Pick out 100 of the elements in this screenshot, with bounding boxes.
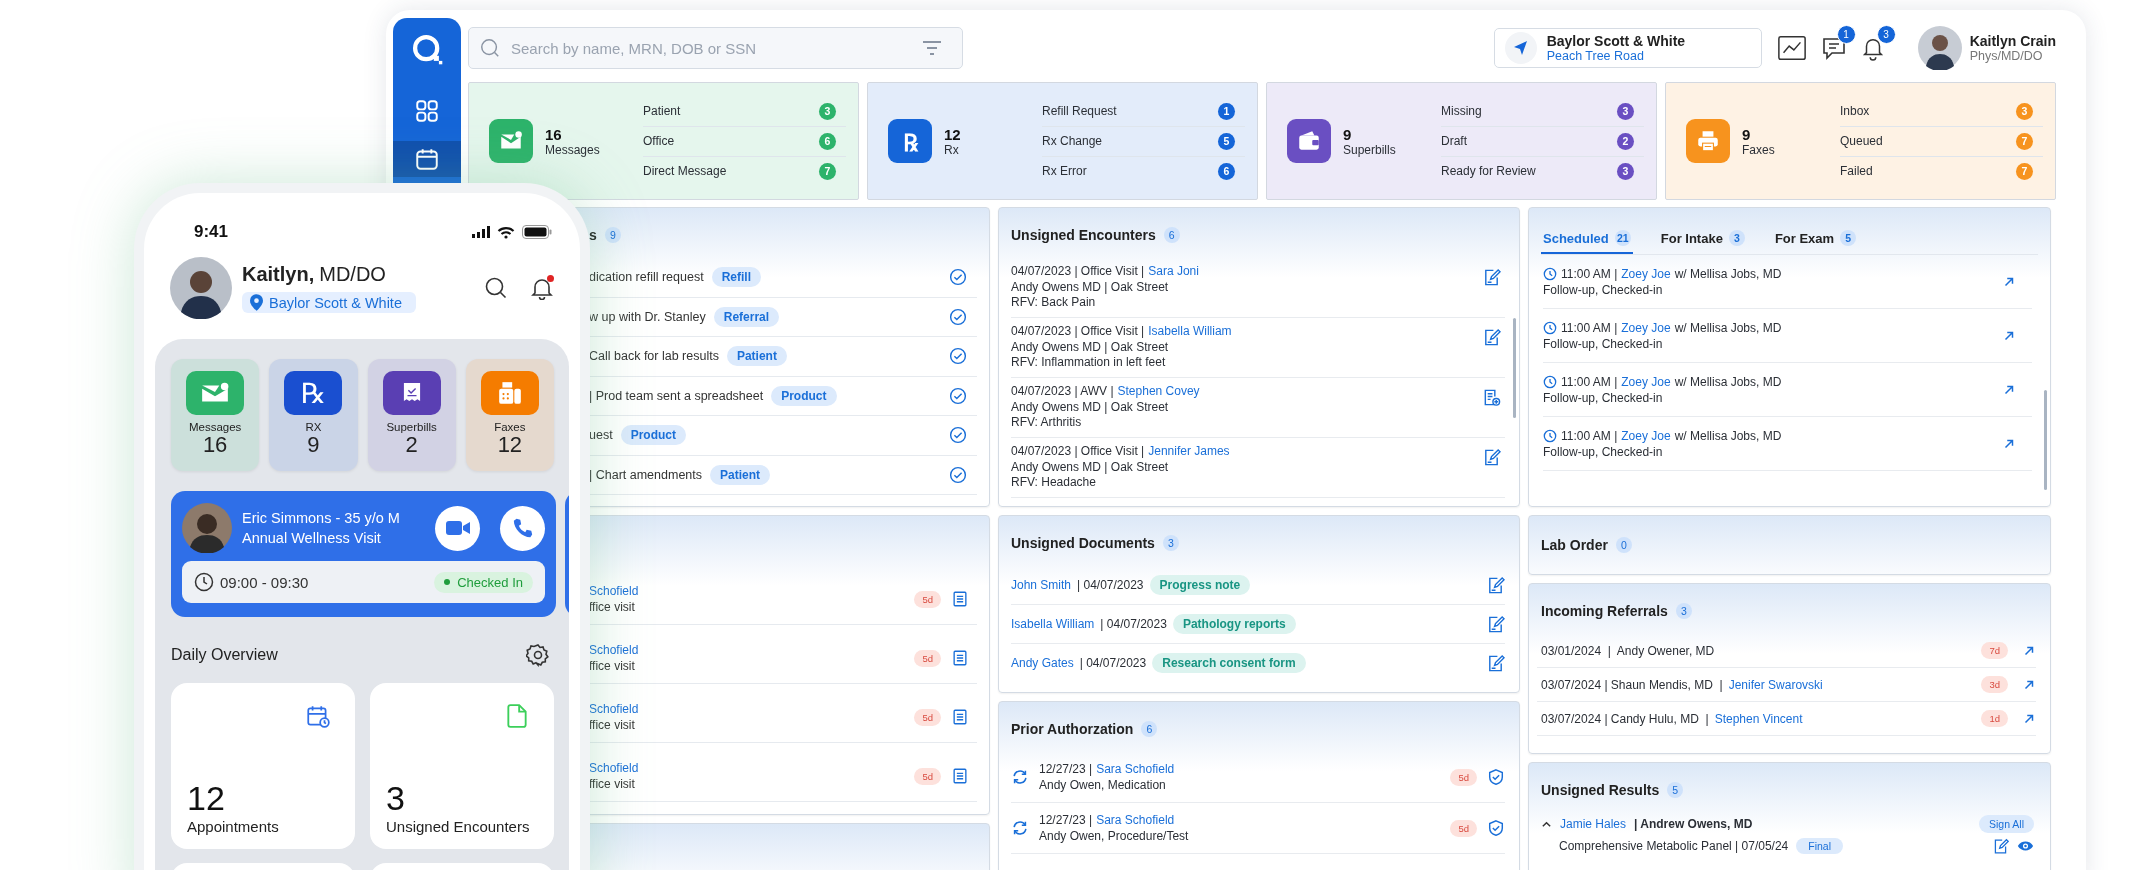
schedule-tab[interactable]: For Intake 3 [1658, 224, 1747, 254]
shield-check-icon[interactable] [1487, 768, 1505, 786]
card-title: Unsigned Encounters [1011, 227, 1156, 243]
visit-type: ffice visit [589, 718, 636, 732]
overview-card[interactable]: 12 Appointments [171, 683, 355, 849]
scrollbar[interactable] [2044, 390, 2047, 490]
summary-tile[interactable]: Messages 16 [171, 359, 260, 471]
tile-count: 12 [497, 433, 523, 457]
provider-text: w/ Mellisa Jobs, MD [1674, 320, 1782, 335]
summary-tile[interactable]: Faxes 12 [465, 359, 554, 471]
search-icon[interactable] [484, 276, 508, 300]
patient-link[interactable]: Stephen Covey [1117, 384, 1200, 400]
summary-count: 9 [1742, 125, 1752, 143]
location-branch: Peach Tree Road [1546, 49, 1645, 63]
location-chip[interactable]: Baylor Scott & White [242, 292, 416, 313]
settings-icon[interactable] [526, 643, 550, 667]
user-role: MD/DO [319, 263, 386, 286]
card-title: Unsigned Documents [1011, 535, 1155, 551]
phone-call-button[interactable] [500, 505, 545, 551]
clock-icon [1543, 374, 1557, 389]
refresh-icon[interactable] [1011, 768, 1029, 786]
patient-link[interactable]: Sara Schofield [1096, 762, 1175, 776]
patient-link[interactable]: Schofield [589, 761, 905, 775]
patient-link[interactable]: Schofield [589, 584, 905, 598]
overview-card[interactable]: 3 Unsigned Encounters [370, 683, 554, 849]
sign-document-icon[interactable] [1482, 268, 1501, 287]
summary-card[interactable]: ℞ 12 Rx Refill Request 1 Rx Change 5 Rx Error 6 [867, 82, 1258, 200]
overview-label: Unsigned Encounters [386, 818, 531, 835]
task-text: dication refill request [589, 270, 704, 285]
summary-count: 12 [944, 125, 962, 143]
patient-link[interactable]: Sara Schofield [1096, 813, 1175, 827]
eye-icon[interactable] [2017, 840, 2034, 852]
check-circle-icon[interactable] [949, 307, 967, 326]
appointment-card[interactable]: Eric Simmons - 35 y/o M Annual Wellness Visit 09:00 - 09:30 Checked In [171, 491, 556, 617]
sign-document-icon[interactable] [1486, 575, 1505, 595]
count-badge: 7 [819, 162, 836, 180]
refresh-icon[interactable] [1011, 819, 1029, 837]
summary-tile[interactable]: ℞ RX 9 [269, 359, 358, 471]
check-circle-icon[interactable] [949, 268, 967, 287]
sign-document-icon[interactable] [1482, 448, 1501, 467]
visit-type: ffice visit [589, 659, 636, 673]
patient-link[interactable]: Sara Joni [1148, 264, 1199, 280]
check-circle-icon[interactable] [949, 465, 967, 484]
visit-info: 04/07/2023 | Office Visit | [1011, 264, 1145, 280]
count-badge: 5 [1218, 132, 1235, 150]
count-badge: 9 [604, 227, 621, 243]
patient-link[interactable]: Zoey Joe [1621, 266, 1671, 281]
patient-link[interactable]: Zoey Joe [1621, 428, 1671, 443]
sign-document-icon[interactable] [1992, 837, 2009, 855]
summary-card[interactable]: 9 Superbills Missing 3 Draft 2 Ready for Review 3 [1266, 82, 1657, 200]
search-input[interactable]: Search by name, MRN, DOB or SSN [509, 38, 912, 58]
schedule-tab[interactable]: Scheduled 21 [1541, 224, 1633, 254]
patient-link[interactable]: Schofield [589, 643, 905, 657]
appointment-time: 11:00 AM | [1561, 266, 1618, 281]
patient-link[interactable]: Zoey Joe [1621, 320, 1671, 335]
patient-link[interactable]: Jamie Hales [1560, 817, 1627, 831]
video-call-button[interactable] [435, 505, 480, 551]
patient-link[interactable]: John Smith [1011, 578, 1072, 592]
shield-check-icon[interactable] [1487, 819, 1505, 837]
patient-link[interactable]: Isabella William [1011, 617, 1095, 631]
avatar[interactable] [170, 257, 232, 319]
sign-document-icon[interactable] [1486, 614, 1505, 634]
check-circle-icon[interactable] [949, 426, 967, 445]
schedule-tab[interactable]: For Exam 5 [1772, 224, 1859, 254]
visit-info: 04/07/2023 | AWV | [1011, 384, 1114, 400]
sign-document-icon[interactable] [1486, 653, 1505, 673]
list-icon[interactable] [951, 590, 969, 608]
notifications-button[interactable] [530, 276, 554, 300]
analytics-icon[interactable] [1775, 33, 1808, 63]
patient-link[interactable]: Jennifer James [1148, 444, 1230, 460]
summary-card[interactable]: 9 Faxes Inbox 3 Queued 7 Failed 7 [1665, 82, 2056, 200]
search-field[interactable]: Search by name, MRN, DOB or SSN [468, 27, 963, 69]
sidebar-item[interactable] [393, 141, 461, 177]
patient-link[interactable]: Jenifer Swarovski [1728, 677, 1823, 692]
check-circle-icon[interactable] [949, 386, 967, 405]
summary-card[interactable]: 16 Messages Patient 3 Office 6 Direct Message 7 [468, 82, 859, 200]
location-selector[interactable]: Baylor Scott & White Peach Tree Road [1493, 28, 1762, 68]
category-label: Missing [1441, 104, 1482, 118]
list-icon[interactable] [951, 767, 969, 785]
check-circle-icon[interactable] [949, 347, 967, 366]
appointment-status: Follow-up, Checked-in [1543, 390, 1664, 405]
add-document-icon[interactable] [1482, 388, 1501, 407]
patient-link[interactable]: Schofield [589, 702, 905, 716]
sign-all-button[interactable]: Sign All [1978, 815, 2034, 833]
patient-link[interactable]: Zoey Joe [1621, 374, 1671, 389]
task-tag: Product [771, 385, 837, 406]
search-icon [479, 37, 501, 59]
list-icon[interactable] [951, 708, 969, 726]
patient-link[interactable]: Stephen Vincent [1714, 711, 1803, 726]
user-name: Kaitlyn Crain [1969, 33, 2056, 49]
patient-name: Eric Simmons - 35 y/o M [242, 510, 400, 526]
scrollbar[interactable] [1513, 318, 1516, 418]
sign-document-icon[interactable] [1482, 328, 1501, 347]
patient-link[interactable]: Isabella William [1148, 324, 1232, 340]
list-icon[interactable] [951, 649, 969, 667]
summary-count: 9 [1343, 125, 1353, 143]
summary-tile[interactable]: Superbills 2 [367, 359, 456, 471]
count-badge: 0 [1615, 537, 1632, 553]
avatar[interactable] [1917, 26, 1962, 70]
patient-link[interactable]: Andy Gates [1011, 656, 1074, 670]
